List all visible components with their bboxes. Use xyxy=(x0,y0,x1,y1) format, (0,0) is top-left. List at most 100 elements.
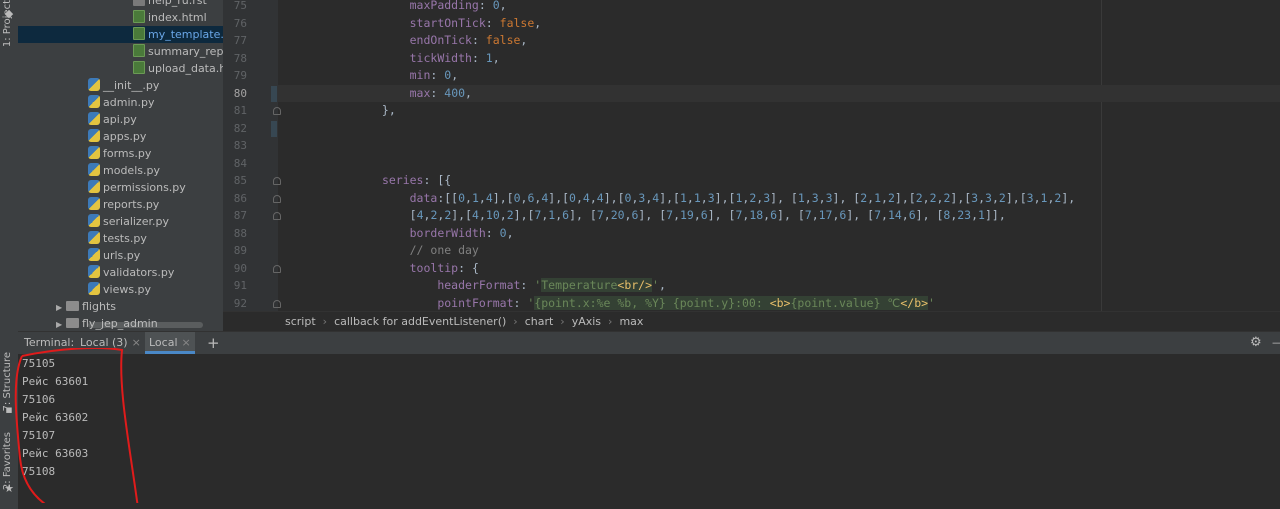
line-number: 88 xyxy=(233,226,247,240)
tree-file[interactable]: admin.py xyxy=(88,94,154,111)
code-line[interactable]: min: 0, xyxy=(285,67,459,85)
py-file-icon xyxy=(88,265,100,278)
rst-file-icon xyxy=(133,0,145,6)
code-line[interactable]: tickWidth: 1, xyxy=(285,50,500,68)
tree-item-label: fly_jep_admin xyxy=(82,317,158,330)
tree-file[interactable]: permissions.py xyxy=(88,179,186,196)
tree-item-label: models.py xyxy=(103,164,160,177)
project-icon[interactable]: ◆ xyxy=(3,8,15,20)
tree-item-label: index.html xyxy=(148,11,207,24)
tree-file[interactable]: serializer.py xyxy=(88,213,169,230)
py-file-icon xyxy=(88,78,100,91)
line-number: 89 xyxy=(233,244,247,257)
tree-file[interactable]: index.html xyxy=(133,9,207,26)
line-number: 77 xyxy=(233,34,247,47)
tree-item-label: validators.py xyxy=(103,266,175,279)
chevron-right-icon[interactable]: ▶ xyxy=(56,299,66,316)
py-file-icon xyxy=(88,146,100,159)
code-line[interactable]: series: [{ xyxy=(285,172,451,190)
terminal-line: 75108 xyxy=(22,465,56,478)
gear-icon[interactable]: ⚙ xyxy=(1246,332,1266,354)
change-marker xyxy=(271,120,277,137)
terminal-output[interactable]: 75105 Рейс 63601 75106 Рейс 63602 75107 Рейс … xyxy=(14,348,1280,509)
tree-folder[interactable]: ▶ flights xyxy=(56,298,116,315)
tree-file[interactable]: forms.py xyxy=(88,145,151,162)
py-file-icon xyxy=(88,214,100,227)
chevron-right-icon[interactable]: ▶ xyxy=(56,316,66,331)
tree-file[interactable]: urls.py xyxy=(88,247,140,264)
tree-file[interactable]: apps.py xyxy=(88,128,146,145)
tree-file[interactable]: __init__.py xyxy=(88,77,159,94)
tree-file[interactable]: summary_report.html xyxy=(133,43,223,60)
code-line[interactable]: endOnTick: false, xyxy=(285,32,528,50)
py-file-icon xyxy=(88,197,100,210)
py-file-icon xyxy=(88,163,100,176)
code-line[interactable]: }, xyxy=(285,102,396,120)
folder-icon xyxy=(66,318,79,328)
breadcrumb-item[interactable]: script xyxy=(285,315,316,328)
line-number: 76 xyxy=(233,16,247,30)
line-number: 84 xyxy=(233,156,247,170)
fold-marker[interactable] xyxy=(273,194,281,203)
terminal-tab-local[interactable]: Local × xyxy=(145,332,195,354)
breadcrumb-separator: › xyxy=(513,315,518,328)
tree-item-label: admin.py xyxy=(103,96,155,109)
code-line[interactable]: [4,2,2],[4,10,2],[7,1,6], [7,20,6], [7,1… xyxy=(285,207,1006,225)
tree-folder[interactable]: ▶ fly_jep_admin xyxy=(56,315,158,331)
tree-file[interactable]: api.py xyxy=(88,111,137,128)
minimize-icon[interactable]: — xyxy=(1268,332,1280,354)
code-line[interactable]: maxPadding: 0, xyxy=(285,0,507,15)
breadcrumb-item[interactable]: chart xyxy=(525,315,554,328)
html-file-icon xyxy=(133,61,145,74)
breadcrumb-item[interactable]: callback for addEventListener() xyxy=(334,315,506,328)
breadcrumb-separator: › xyxy=(608,315,613,328)
line-number: 83 xyxy=(233,139,247,152)
code-line[interactable]: data:[[0,1,4],[0,6,4],[0,4,4],[0,3,4],[1… xyxy=(285,190,1076,208)
code-line[interactable]: tooltip: { xyxy=(285,260,479,278)
new-terminal-button[interactable]: + xyxy=(203,332,224,354)
tree-file[interactable]: validators.py xyxy=(88,264,174,281)
terminal-line: 75105 xyxy=(22,357,56,370)
tree-file[interactable]: my_template.html xyxy=(18,26,223,43)
tree-file[interactable]: upload_data.html xyxy=(133,60,223,77)
line-number: 87 xyxy=(233,209,247,222)
tree-item-label: serializer.py xyxy=(103,215,169,228)
tree-file[interactable]: models.py xyxy=(88,162,160,179)
close-icon[interactable]: × xyxy=(182,336,191,349)
code-line[interactable]: // one day xyxy=(285,242,479,260)
breadcrumb: script › callback for addEventListener() › c… xyxy=(223,311,1280,332)
tree-item-label: forms.py xyxy=(103,147,152,160)
fold-marker[interactable] xyxy=(273,299,281,308)
breadcrumb-item[interactable]: max xyxy=(619,315,643,328)
tree-file[interactable]: reports.py xyxy=(88,196,159,213)
tree-item-label: urls.py xyxy=(103,249,141,262)
breadcrumb-item[interactable]: yAxis xyxy=(572,315,601,328)
terminal-header: Terminal: Local (3)× Local× + ⚙ — xyxy=(18,331,1280,355)
code-line[interactable]: borderWidth: 0, xyxy=(285,225,514,243)
line-number: 79 xyxy=(233,69,247,82)
tree-item-label: views.py xyxy=(103,283,152,296)
code-line[interactable]: max: 400, xyxy=(285,85,472,103)
tree-file[interactable]: views.py xyxy=(88,281,151,298)
fold-marker[interactable] xyxy=(273,107,281,115)
terminal-line: Рейс 63602 xyxy=(22,411,89,424)
tree-item-label: apps.py xyxy=(103,130,147,143)
fold-marker[interactable] xyxy=(273,177,281,185)
line-number: 75 xyxy=(233,0,247,12)
line-number: 82 xyxy=(233,121,247,135)
code-line[interactable]: startOnTick: false, xyxy=(285,15,542,33)
code-editor[interactable]: 75 maxPadding: 0, 76 startOnTick: false, 7… xyxy=(223,0,1280,311)
line-number: 86 xyxy=(233,191,247,205)
code-line[interactable]: pointFormat: '{point.x:%e %b, %Y} {point… xyxy=(285,295,935,312)
project-tree: help_ru.rst index.html my_template.htmlsum… xyxy=(18,0,223,331)
py-file-icon xyxy=(88,95,100,108)
code-line[interactable]: headerFormat: 'Temperature<br/>', xyxy=(285,277,666,295)
tree-item-label: summary_report.html xyxy=(148,45,223,58)
tree-file[interactable]: tests.py xyxy=(88,230,147,247)
tree-file[interactable]: help_ru.rst xyxy=(133,0,207,9)
fold-marker[interactable] xyxy=(273,212,281,220)
html-file-icon xyxy=(133,10,145,23)
terminal-line: Рейс 63603 xyxy=(22,447,89,460)
breadcrumb-separator: › xyxy=(560,315,565,328)
fold-marker[interactable] xyxy=(273,264,281,273)
